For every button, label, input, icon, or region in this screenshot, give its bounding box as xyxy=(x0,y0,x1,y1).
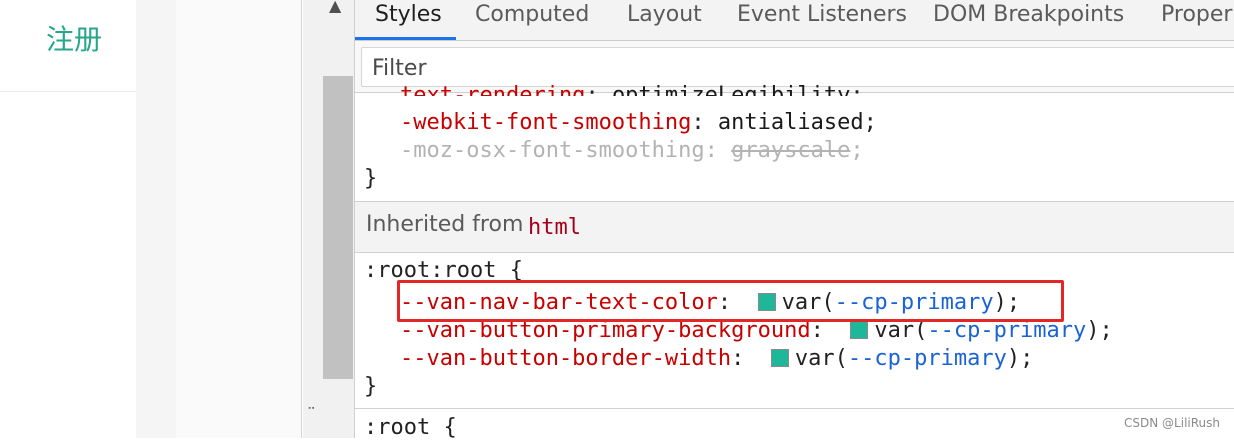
tab-styles[interactable]: Styles xyxy=(375,0,442,40)
css-declaration-overridden[interactable]: -moz-osx-font-smoothing: grayscale; xyxy=(400,137,864,165)
tab-properties[interactable]: Proper xyxy=(1161,0,1232,40)
color-swatch-icon[interactable] xyxy=(850,321,869,339)
active-tab-indicator xyxy=(355,37,456,40)
elements-panel xyxy=(176,0,302,438)
watermark: CSDN @LiliRush xyxy=(1124,416,1220,430)
tab-dom-breakpoints[interactable]: DOM Breakpoints xyxy=(933,0,1124,40)
scrollbar-thumb[interactable] xyxy=(323,76,353,379)
rule-close-brace: } xyxy=(364,374,378,399)
css-declaration[interactable]: text-rendering: optimizeLegibility; xyxy=(400,82,864,96)
color-swatch-icon[interactable] xyxy=(770,349,789,367)
rule-close-brace: } xyxy=(364,166,378,191)
splitter[interactable] xyxy=(303,0,323,438)
highlight-annotation xyxy=(397,280,1064,322)
app-gutter xyxy=(136,0,176,438)
css-declaration[interactable]: --van-button-border-width: var(--cp-prim… xyxy=(400,345,1033,373)
scroll-up-arrow-icon[interactable]: ▲ xyxy=(329,0,341,14)
app-panel: 注册 xyxy=(0,0,136,438)
filter-placeholder: Filter xyxy=(372,56,427,81)
inherited-element-link[interactable]: html xyxy=(528,215,581,240)
tab-event-listeners[interactable]: Event Listeners xyxy=(737,0,907,40)
css-declaration[interactable]: -webkit-font-smoothing: antialiased; xyxy=(400,109,877,137)
inherited-label: Inherited from xyxy=(366,212,524,237)
tab-computed[interactable]: Computed xyxy=(475,0,589,40)
inherited-section-header: Inherited from html xyxy=(355,201,1234,253)
rule-divider xyxy=(355,408,1234,409)
register-title[interactable]: 注册 xyxy=(0,18,148,58)
styles-tabbar: Styles Computed Layout Event Listeners D… xyxy=(355,0,1234,41)
drag-handle-icon[interactable]: ⠒ xyxy=(307,402,316,416)
header-divider xyxy=(0,91,136,92)
filter-input[interactable]: Filter xyxy=(361,47,1234,87)
tab-layout[interactable]: Layout xyxy=(627,0,702,40)
